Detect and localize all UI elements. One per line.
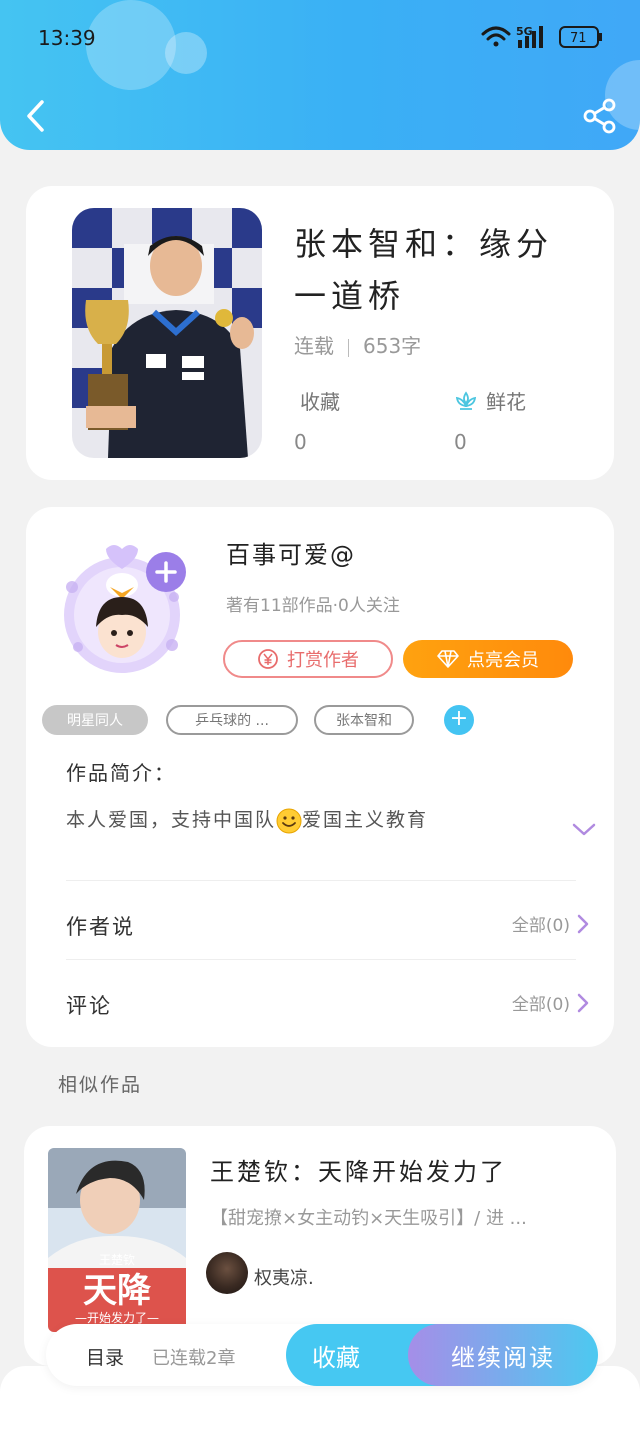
battery-level: 71 [570,31,587,46]
cover-text-main: 天降 [83,1271,152,1311]
similar-section-title: 相似作品 [58,1074,143,1096]
tag-chip[interactable]: 张本智和 [314,705,414,735]
cover-text-top: 王楚钦 [99,1253,135,1267]
flowers-count: 0 [454,430,467,454]
comments-link-label: 全部(0) [511,995,570,1015]
cover-text-sub: —开始发力了— [75,1310,159,1325]
comments-label: 评论 [66,994,112,1018]
expand-intro-button[interactable] [570,817,598,841]
header: 13:39 5G 71 [0,0,640,150]
status-icons: 5G 71 [481,25,602,48]
favorites-label: 收藏 [300,390,340,414]
vip-button[interactable]: 点亮会员 [403,640,573,678]
similar-work-tags: 【甜宠撩×女主动钓×天生吸引】/ 进 ... [210,1208,527,1229]
meta-divider [348,338,349,357]
plus-icon: + [449,706,469,731]
author-card: 百事可爱@ 著有11部作品·0人关注 打赏作者 点亮会员 明星同人 乒乓球的 .… [26,507,614,1047]
tip-author-button[interactable]: 打赏作者 [223,640,393,678]
decor-bubble [86,0,176,90]
flower-icon [455,390,477,410]
follow-plus-icon [146,552,186,592]
author-notes-label: 作者说 [66,915,135,939]
yuan-coin-icon [258,649,278,669]
intro-text-part: 本人爱国，支持中国队 [66,809,277,831]
intro-text-part: 爱国主义教育 [302,809,429,831]
diamond-icon [437,650,459,668]
intro-title: 作品简介： [66,761,176,785]
word-count: 653字 [363,334,422,358]
divider [66,880,576,881]
author-notes-all-link[interactable]: 全部(0) [512,911,590,936]
chevron-right-icon [577,914,589,933]
chevron-down-icon [572,823,596,836]
chevron-right-icon [577,993,589,1012]
network-label: 5G [516,25,533,38]
divider [66,959,576,960]
continue-reading-button[interactable]: 继续阅读 [408,1324,598,1386]
vip-label: 点亮会员 [467,650,539,671]
author-notes-link-label: 全部(0) [511,916,570,936]
back-button[interactable] [18,96,58,136]
status-time: 13:39 [38,26,96,50]
add-tag-button[interactable]: + [444,705,474,735]
comments-all-link[interactable]: 全部(0) [512,990,590,1015]
author-stats: 著有11部作品·0人关注 [226,596,400,616]
battery-icon: 71 [559,26,602,48]
decor-bubble [165,32,207,74]
book-title: 张本智和：缘分一道桥 [294,225,554,315]
serial-status: 连载 [294,334,334,358]
table-of-contents-button[interactable]: 目录 [86,1343,124,1370]
favorites-count: 0 [294,430,307,454]
share-button[interactable] [580,96,620,136]
smile-emoji-icon [276,808,302,833]
author-avatar[interactable] [54,527,194,677]
similar-work-title[interactable]: 王楚钦：天降开始发力了 [210,1152,507,1187]
tip-author-label: 打赏作者 [287,650,359,671]
tag-chip[interactable]: 明星同人 [42,705,148,735]
share-icon [583,98,616,134]
book-cover[interactable] [72,208,262,458]
similar-author-avatar [206,1252,248,1294]
book-info-card: 张本智和：缘分一道桥 连载 653字 收藏 0 鲜花 0 [26,186,614,480]
flowers-stat[interactable]: 鲜花 [454,386,526,415]
flowers-label: 鲜花 [486,390,526,414]
back-arrow-icon [27,100,44,132]
favorite-label: 收藏 [312,1343,360,1372]
chapter-count: 已连载2章 [152,1348,236,1369]
similar-author-name: 权夷凉. [254,1268,314,1289]
continue-reading-label: 继续阅读 [451,1343,555,1372]
author-name[interactable]: 百事可爱@ [226,535,356,570]
bottom-action-bar: 目录 已连载2章 收藏 继续阅读 [46,1324,598,1386]
wifi-icon [481,26,511,47]
intro-text: 本人爱国，支持中国队 爱国主义教育 [66,805,428,834]
similar-work-cover[interactable]: 王楚钦 天降 —开始发力了— [48,1148,186,1332]
tag-chip[interactable]: 乒乓球的 ... [166,705,298,735]
book-meta: 连载 653字 [294,330,421,359]
